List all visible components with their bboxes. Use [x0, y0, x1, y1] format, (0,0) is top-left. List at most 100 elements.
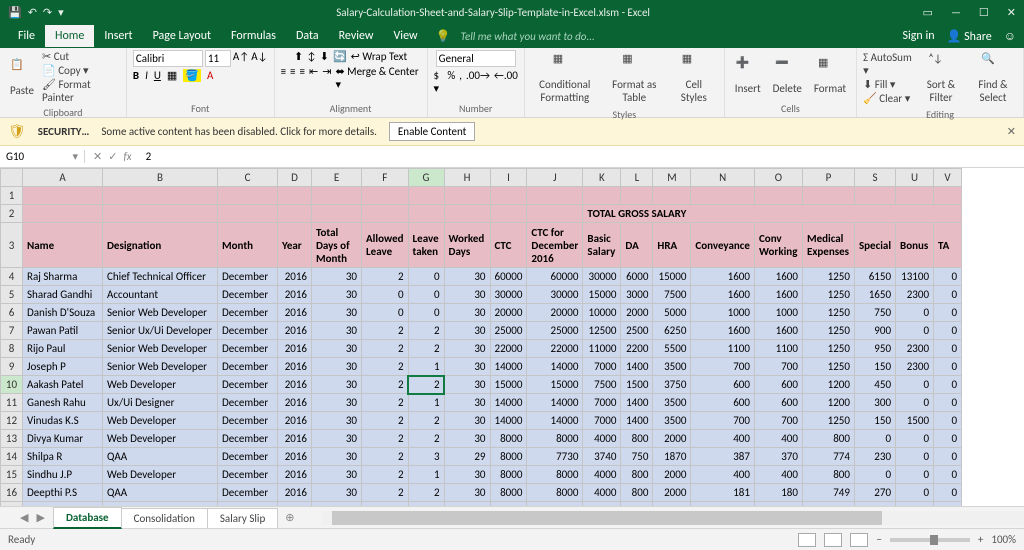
- cell-r12-c12[interactable]: 3500: [653, 412, 691, 430]
- cell-r13-c7[interactable]: 30: [444, 430, 490, 448]
- sheet-tab-database[interactable]: Database: [53, 507, 122, 529]
- cell-r13-c4[interactable]: 30: [312, 430, 362, 448]
- cell-r15-c16[interactable]: 0: [854, 466, 895, 484]
- cell-styles-button[interactable]: ▦Cell Styles: [670, 50, 718, 106]
- cell-r11-c4[interactable]: 30: [312, 394, 362, 412]
- cell-r15-c14[interactable]: 400: [754, 466, 802, 484]
- sheet-nav-prev-icon[interactable]: ◀: [20, 511, 28, 524]
- cell-r10-c16[interactable]: 450: [854, 376, 895, 394]
- cell-r7-c5[interactable]: 2: [362, 322, 409, 340]
- cell-r16-c7[interactable]: 30: [444, 484, 490, 502]
- cell-r5-c11[interactable]: 3000: [621, 286, 653, 304]
- cell-r6-c5[interactable]: 0: [362, 304, 409, 322]
- cell-r11-c6[interactable]: 1: [408, 394, 444, 412]
- cell-r7-c17[interactable]: 0: [896, 322, 934, 340]
- col-header-U[interactable]: 18U: [896, 169, 934, 187]
- cell-r15-c2[interactable]: December: [218, 466, 278, 484]
- cell-M1[interactable]: [653, 187, 691, 205]
- tab-review[interactable]: Review: [329, 25, 384, 47]
- cell-P1[interactable]: [802, 187, 854, 205]
- border-button[interactable]: ▦: [167, 69, 177, 82]
- cell-r12-c16[interactable]: 150: [854, 412, 895, 430]
- cell-r15-c12[interactable]: 2000: [653, 466, 691, 484]
- cell-r16-c6[interactable]: 2: [408, 484, 444, 502]
- cell-r10-c4[interactable]: 30: [312, 376, 362, 394]
- redo-icon[interactable]: ↷: [43, 6, 52, 19]
- cell-r9-c14[interactable]: 700: [754, 358, 802, 376]
- cell-r6-c17[interactable]: 0: [896, 304, 934, 322]
- col-header-J[interactable]: 10J: [527, 169, 583, 187]
- cell-C1[interactable]: [218, 187, 278, 205]
- cell-r5-c9[interactable]: 30000: [527, 286, 583, 304]
- cell-E1[interactable]: [312, 187, 362, 205]
- find-select-button[interactable]: 🔍Find & Select: [969, 50, 1017, 106]
- cell-r16-c0[interactable]: Deepthi P.S: [23, 484, 103, 502]
- cell-G1[interactable]: [408, 187, 444, 205]
- col-title-12[interactable]: HRA: [653, 223, 691, 268]
- add-sheet-button[interactable]: ⊕: [277, 511, 302, 524]
- cell-r9-c18[interactable]: 0: [934, 358, 962, 376]
- paste-button[interactable]: 📋Paste: [6, 56, 38, 99]
- cell-r9-c12[interactable]: 3500: [653, 358, 691, 376]
- cell-r15-c11[interactable]: 800: [621, 466, 653, 484]
- cell-r8-c18[interactable]: 0: [934, 340, 962, 358]
- cell-r9-c4[interactable]: 30: [312, 358, 362, 376]
- cell-r4-c9[interactable]: 60000: [527, 268, 583, 286]
- cell-r17-c8[interactable]: 13000: [490, 502, 527, 507]
- tab-view[interactable]: View: [384, 25, 428, 47]
- cell-r8-c7[interactable]: 30: [444, 340, 490, 358]
- cell-r14-c17[interactable]: 0: [896, 448, 934, 466]
- col-header-P[interactable]: 16P: [802, 169, 854, 187]
- fx-icon[interactable]: fx: [123, 150, 131, 163]
- cell-r17-c16[interactable]: 450: [854, 502, 895, 507]
- cell-r5-c12[interactable]: 7500: [653, 286, 691, 304]
- cell-r2-3[interactable]: [278, 205, 312, 223]
- cell-r6-c7[interactable]: 30: [444, 304, 490, 322]
- comma-icon[interactable]: ,: [459, 69, 462, 95]
- cell-r14-c12[interactable]: 1870: [653, 448, 691, 466]
- align-right-icon[interactable]: ≡: [300, 65, 305, 91]
- cell-r17-c18[interactable]: 0: [934, 502, 962, 507]
- cell-r5-c0[interactable]: Sharad Gandhi: [23, 286, 103, 304]
- cell-r11-c3[interactable]: 2016: [278, 394, 312, 412]
- cell-r2-2[interactable]: [218, 205, 278, 223]
- cell-r14-c1[interactable]: QAA: [103, 448, 218, 466]
- cell-r15-c13[interactable]: 400: [691, 466, 755, 484]
- cell-r4-c4[interactable]: 30: [312, 268, 362, 286]
- cell-D1[interactable]: [278, 187, 312, 205]
- tab-pagelayout[interactable]: Page Layout: [143, 25, 221, 47]
- cell-r12-c3[interactable]: 2016: [278, 412, 312, 430]
- cell-r16-c15[interactable]: 749: [802, 484, 854, 502]
- cell-r8-c10[interactable]: 11000: [583, 340, 621, 358]
- share-button[interactable]: 👤 Share: [947, 29, 992, 44]
- cell-r10-c5[interactable]: 2: [362, 376, 409, 394]
- cell-r15-c17[interactable]: 0: [896, 466, 934, 484]
- cell-r4-c16[interactable]: 6150: [854, 268, 895, 286]
- enable-content-button[interactable]: Enable Content: [389, 122, 475, 141]
- cell-r10-c0[interactable]: Aakash Patel: [23, 376, 103, 394]
- row-header-16[interactable]: 16: [1, 484, 23, 502]
- col-header-N[interactable]: 14N: [691, 169, 755, 187]
- cell-r15-c0[interactable]: Sindhu J.P: [23, 466, 103, 484]
- col-title-13[interactable]: Conveyance: [691, 223, 755, 268]
- col-title-16[interactable]: Special: [854, 223, 895, 268]
- cell-r11-c10[interactable]: 7000: [583, 394, 621, 412]
- cell-r14-c11[interactable]: 750: [621, 448, 653, 466]
- cell-r6-c18[interactable]: 0: [934, 304, 962, 322]
- cell-r15-c5[interactable]: 2: [362, 466, 409, 484]
- cell-r10-c14[interactable]: 600: [754, 376, 802, 394]
- cell-r14-c0[interactable]: Shilpa R: [23, 448, 103, 466]
- cell-r10-c3[interactable]: 2016: [278, 376, 312, 394]
- cell-r8-c6[interactable]: 2: [408, 340, 444, 358]
- cell-r13-c12[interactable]: 2000: [653, 430, 691, 448]
- cell-r9-c2[interactable]: December: [218, 358, 278, 376]
- signin-link[interactable]: Sign in: [903, 29, 935, 43]
- cell-I1[interactable]: [490, 187, 527, 205]
- enter-formula-icon[interactable]: ✓: [108, 150, 117, 163]
- cell-r12-c11[interactable]: 1400: [621, 412, 653, 430]
- cell-r12-c15[interactable]: 1250: [802, 412, 854, 430]
- cell-r11-c15[interactable]: 1200: [802, 394, 854, 412]
- cell-r7-c16[interactable]: 900: [854, 322, 895, 340]
- cell-r11-c7[interactable]: 30: [444, 394, 490, 412]
- cell-r4-c11[interactable]: 6000: [621, 268, 653, 286]
